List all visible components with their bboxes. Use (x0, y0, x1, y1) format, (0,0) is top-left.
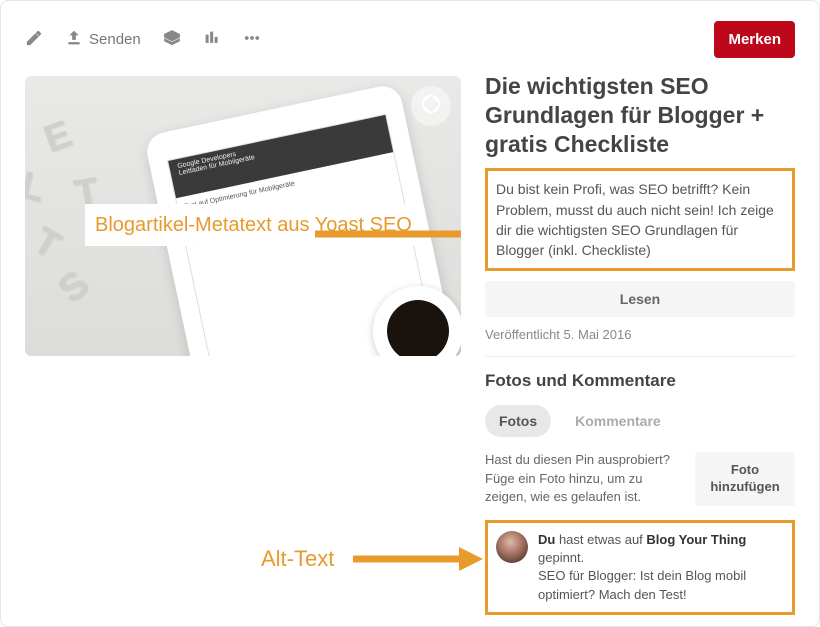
comment-mid: hast etwas auf (555, 532, 646, 547)
send-label: Senden (89, 31, 141, 48)
arrow-icon (315, 220, 461, 253)
comments-section-title: Fotos und Kommentare (485, 371, 795, 391)
comment-you: Du (538, 532, 555, 547)
left-column: E L T T S Google DevelopersLeitfaden für… (25, 76, 461, 615)
description-highlight: Du bist kein Profi, was SEO betrifft? Ke… (485, 168, 795, 271)
photo-prompt-row: Hast du diesen Pin ausprobiert? Füge ein… (485, 451, 795, 506)
dots-icon (243, 29, 261, 51)
tab-photos[interactable]: Fotos (485, 405, 551, 437)
expand-button[interactable] (411, 86, 451, 126)
read-button[interactable]: Lesen (485, 281, 795, 317)
comment-text: Du hast etwas auf Blog Your Thing gepinn… (538, 531, 784, 604)
right-column: Die wichtigsten SEO Grundlagen für Blogg… (485, 76, 795, 615)
main-content: E L T T S Google DevelopersLeitfaden für… (25, 76, 795, 615)
stats-button[interactable] (203, 29, 221, 51)
more-button[interactable] (243, 29, 261, 51)
published-date: Veröffentlicht 5. Mai 2016 (485, 327, 795, 357)
annotation-alttext: Alt-Text (261, 546, 334, 572)
bar-chart-icon (203, 29, 221, 51)
save-button[interactable]: Merken (714, 21, 795, 58)
tab-comments[interactable]: Kommentare (561, 405, 675, 437)
arrow-icon (353, 546, 483, 577)
expand-icon (420, 93, 442, 120)
pin-description: Du bist kein Profi, was SEO betrifft? Ke… (496, 179, 784, 260)
comment-highlight: Du hast etwas auf Blog Your Thing gepinn… (485, 520, 795, 615)
comment-end: gepinnt. (538, 550, 584, 565)
tabs: Fotos Kommentare (485, 405, 795, 437)
pencil-icon (25, 29, 43, 51)
comment-site: Blog Your Thing (646, 532, 746, 547)
toolbar: Senden Merken (25, 21, 795, 58)
photo-prompt: Hast du diesen Pin ausprobiert? Füge ein… (485, 451, 683, 506)
send-button[interactable]: Senden (65, 29, 141, 51)
layers-button[interactable] (163, 29, 181, 51)
layers-icon (163, 29, 181, 51)
pin-title: Die wichtigsten SEO Grundlagen für Blogg… (485, 72, 795, 158)
pin-image[interactable]: E L T T S Google DevelopersLeitfaden für… (25, 76, 461, 356)
avatar (496, 531, 528, 563)
comment-alttext: SEO für Blogger: Ist dein Blog mobil opt… (538, 568, 746, 601)
toolbar-left: Senden (25, 29, 261, 51)
edit-button[interactable] (25, 29, 43, 51)
add-photo-button[interactable]: Foto hinzufügen (695, 452, 795, 506)
upload-icon (65, 29, 83, 51)
